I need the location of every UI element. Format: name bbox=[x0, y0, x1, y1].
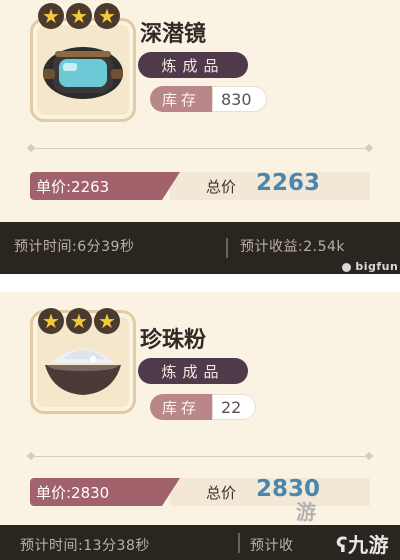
star-icon: ★ bbox=[94, 3, 120, 29]
you-watermark: 游 bbox=[296, 500, 316, 524]
jiuyou-watermark: ʕ九游 bbox=[336, 529, 389, 558]
bigfun-logo-icon bbox=[342, 262, 351, 272]
price-row: 单价:2830 总价 2830 bbox=[30, 476, 370, 506]
star-icon: ★ bbox=[66, 3, 92, 29]
estimate-bar: 预计时间:6分39秒 预计收益:2.54k bigfun bbox=[0, 222, 400, 274]
star-icon: ★ bbox=[38, 308, 64, 334]
bigfun-text: bigfun bbox=[355, 260, 399, 273]
stock-badge: 库存 830 bbox=[150, 86, 267, 112]
item-card-diving-goggles: ★ ★ ★ 深潜镜 炼成品 库存 830 单价:2263 总价 2263 bbox=[0, 0, 400, 222]
star-icon: ★ bbox=[38, 3, 64, 29]
jiuyou-logo-icon: ʕ bbox=[336, 533, 348, 557]
stock-value: 830 bbox=[212, 86, 267, 112]
diving-goggles-icon bbox=[43, 47, 123, 99]
type-tag: 炼成品 bbox=[138, 52, 248, 78]
item-card-pearl-powder: ★ ★ ★ 珍珠粉 炼成品 库存 22 单价:2830 总价 2830 游 bbox=[0, 292, 400, 525]
estimated-income: 预计收 bbox=[250, 538, 294, 554]
total-price-label: 总价 bbox=[206, 484, 237, 502]
divider-right-dot bbox=[364, 143, 374, 153]
unit-price: 单价:2830 bbox=[30, 478, 180, 506]
unit-price: 单价:2263 bbox=[30, 172, 180, 200]
bigfun-watermark: bigfun bbox=[342, 260, 398, 273]
stock-badge: 库存 22 bbox=[150, 394, 257, 420]
type-tag: 炼成品 bbox=[138, 358, 248, 384]
item-name: 深潜镜 bbox=[140, 22, 207, 47]
estimated-time: 预计时间:6分39秒 bbox=[14, 239, 135, 255]
estimate-bar: 预计时间:13分38秒 预计收 ʕ九游 bbox=[0, 525, 400, 560]
item-icon-frame bbox=[30, 18, 136, 122]
stock-value: 22 bbox=[212, 394, 257, 420]
estimated-time: 预计时间:13分38秒 bbox=[20, 538, 150, 554]
estimated-income: 预计收益:2.54k bbox=[240, 239, 345, 255]
divider bbox=[30, 456, 370, 457]
rarity-stars: ★ ★ ★ bbox=[38, 3, 120, 29]
stock-label: 库存 bbox=[150, 394, 212, 420]
item-name: 珍珠粉 bbox=[140, 328, 207, 353]
stock-label: 库存 bbox=[150, 86, 212, 112]
divider bbox=[30, 148, 370, 149]
rarity-stars: ★ ★ ★ bbox=[38, 308, 120, 334]
divider-left-dot bbox=[26, 143, 36, 153]
price-row: 单价:2263 总价 2263 bbox=[30, 170, 370, 200]
divider-left-dot bbox=[26, 451, 36, 461]
star-icon: ★ bbox=[66, 308, 92, 334]
total-price-value: 2263 bbox=[256, 170, 321, 196]
divider-right-dot bbox=[364, 451, 374, 461]
total-price-label: 总价 bbox=[206, 178, 237, 196]
separator bbox=[226, 238, 228, 258]
star-icon: ★ bbox=[94, 308, 120, 334]
separator bbox=[238, 533, 240, 553]
jiuyou-text: 九游 bbox=[347, 533, 389, 557]
section-gap bbox=[0, 274, 400, 292]
